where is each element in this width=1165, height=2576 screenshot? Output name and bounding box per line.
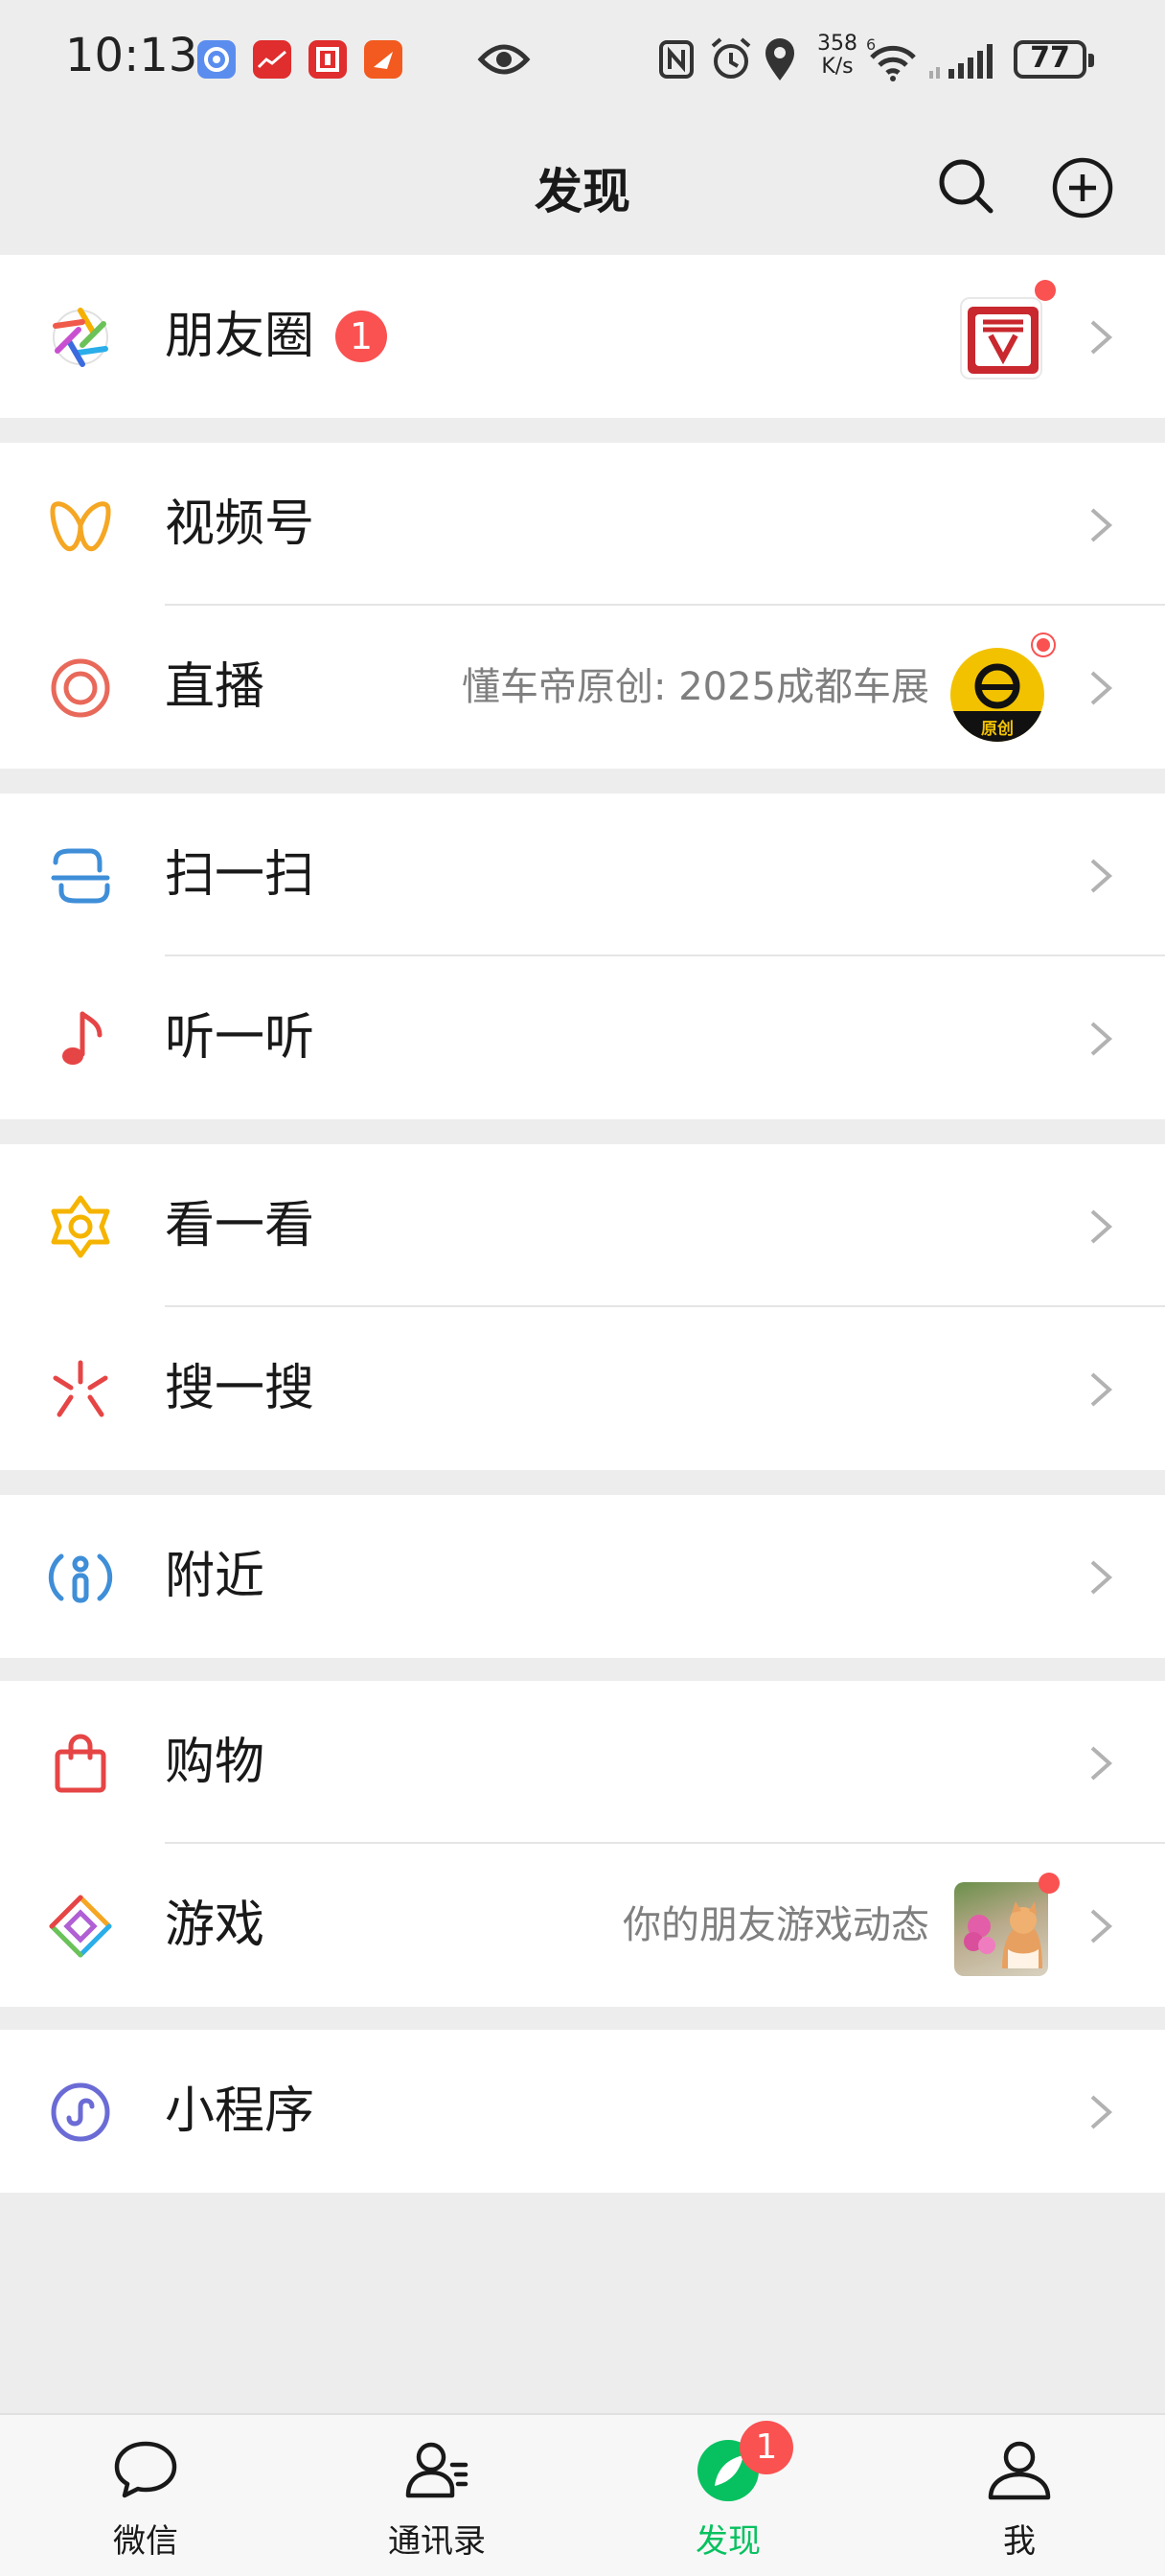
menu-item-label: 附近 xyxy=(165,1548,265,1605)
menu-item-label: 扫一扫 xyxy=(165,846,315,904)
battery-indicator: 77 xyxy=(1014,40,1094,79)
live-avatar: 原创 xyxy=(950,648,1044,742)
menu-item-label: 听一听 xyxy=(165,1009,315,1067)
title-bar: 发现 xyxy=(0,119,1165,255)
chevron-right-icon xyxy=(1090,1022,1113,1056)
menu-item-listen[interactable]: 听一听 xyxy=(0,956,1165,1119)
app-notification-icon xyxy=(364,40,402,79)
chevron-right-icon xyxy=(1090,671,1113,705)
chevron-right-icon xyxy=(1090,508,1113,542)
chevron-right-icon xyxy=(1090,2095,1113,2129)
add-icon[interactable] xyxy=(1050,155,1115,220)
moments-aperture-icon xyxy=(53,308,108,367)
bottom-tab-bar: 微信 通讯录 1 发现 我 xyxy=(0,2413,1165,2576)
live-avatar-label: 原创 xyxy=(981,720,1014,739)
menu-item-live[interactable]: 直播 懂车帝原创: 2025成都车展 原创 xyxy=(0,606,1165,769)
new-content-dot xyxy=(1035,280,1056,301)
menu-item-label: 朋友圈 xyxy=(165,308,315,365)
alarm-icon xyxy=(711,37,751,79)
chevron-right-icon xyxy=(1090,1560,1113,1595)
live-subtitle: 懂车帝原创: 2025成都车展 xyxy=(462,665,929,709)
app-notification-icon xyxy=(253,40,291,79)
top-stories-star-icon xyxy=(51,1195,110,1258)
menu-item-label: 游戏 xyxy=(165,1897,265,1954)
tab-me[interactable]: 我 xyxy=(874,2415,1165,2576)
games-thumbnail xyxy=(954,1882,1048,1976)
channels-butterfly-icon xyxy=(50,501,111,552)
svg-text:6: 6 xyxy=(866,35,876,54)
nearby-person-icon xyxy=(48,1553,113,1603)
tab-chats[interactable]: 微信 xyxy=(0,2415,291,2576)
menu-item-label: 视频号 xyxy=(165,495,315,553)
menu-item-moments[interactable]: 朋友圈 1 xyxy=(0,255,1165,418)
tab-contacts[interactable]: 通讯录 xyxy=(291,2415,582,2576)
menu-item-label: 直播 xyxy=(165,658,265,716)
eye-icon xyxy=(477,44,531,75)
network-speed: 358 K/s xyxy=(817,32,857,79)
menu-item-label: 小程序 xyxy=(165,2082,315,2140)
chevron-right-icon xyxy=(1090,1746,1113,1781)
tab-label: 发现 xyxy=(696,2522,761,2561)
menu-item-label: 购物 xyxy=(165,1734,265,1791)
search-sparkle-icon xyxy=(53,1360,108,1417)
contacts-icon xyxy=(405,2442,468,2498)
menu-item-nearby[interactable]: 附近 xyxy=(0,1495,1165,1658)
status-bar: 10:13 358 K/s 6 77 xyxy=(0,0,1165,119)
mini-programs-icon xyxy=(51,2082,110,2142)
menu-item-search[interactable]: 搜一搜 xyxy=(0,1307,1165,1470)
chevron-right-icon xyxy=(1090,320,1113,355)
tab-label: 我 xyxy=(1003,2522,1036,2561)
games-subtitle: 你的朋友游戏动态 xyxy=(623,1903,929,1947)
moments-thumbnail xyxy=(960,297,1042,380)
new-content-dot xyxy=(1039,1873,1060,1894)
chat-bubble-icon xyxy=(114,2441,177,2498)
live-status-dot xyxy=(1033,634,1054,656)
person-icon xyxy=(988,2441,1051,2500)
scan-icon xyxy=(51,848,110,904)
cat-flowers-photo-icon xyxy=(964,1901,1042,1968)
app-notification-icon xyxy=(308,40,347,79)
wifi-icon: 6 xyxy=(866,35,916,81)
shopping-bag-icon xyxy=(55,1734,106,1793)
chevron-right-icon xyxy=(1090,1372,1113,1407)
unread-count-badge: 1 xyxy=(335,310,387,362)
menu-item-label: 看一看 xyxy=(165,1197,315,1254)
tab-label: 通讯录 xyxy=(388,2522,486,2561)
chevron-right-icon xyxy=(1090,1909,1113,1944)
signal-icon xyxy=(929,44,993,79)
menu-item-scan[interactable]: 扫一扫 xyxy=(0,794,1165,956)
games-diamond-icon xyxy=(49,1895,112,1958)
menu-item-shopping[interactable]: 购物 xyxy=(0,1681,1165,1844)
music-note-icon xyxy=(62,1011,103,1065)
tab-unread-badge: 1 xyxy=(740,2421,793,2474)
tab-discover[interactable]: 1 发现 xyxy=(582,2415,874,2576)
menu-item-mini-programs[interactable]: 小程序 xyxy=(0,2030,1165,2193)
nfc-icon xyxy=(659,40,694,79)
menu-item-label: 搜一搜 xyxy=(165,1360,315,1417)
search-icon[interactable] xyxy=(935,155,996,217)
app-notification-icon xyxy=(197,40,236,79)
location-icon xyxy=(765,38,794,80)
status-time: 10:13 xyxy=(65,29,198,82)
chevron-right-icon xyxy=(1090,1209,1113,1244)
moments-avatar-logo-icon xyxy=(968,307,1039,374)
menu-item-games[interactable]: 游戏 你的朋友游戏动态 xyxy=(0,1844,1165,2007)
menu-item-channels[interactable]: 视频号 xyxy=(0,443,1165,606)
menu-item-top-stories[interactable]: 看一看 xyxy=(0,1144,1165,1307)
chevron-right-icon xyxy=(1090,859,1113,893)
live-broadcast-icon xyxy=(51,658,110,718)
tab-label: 微信 xyxy=(113,2522,178,2561)
